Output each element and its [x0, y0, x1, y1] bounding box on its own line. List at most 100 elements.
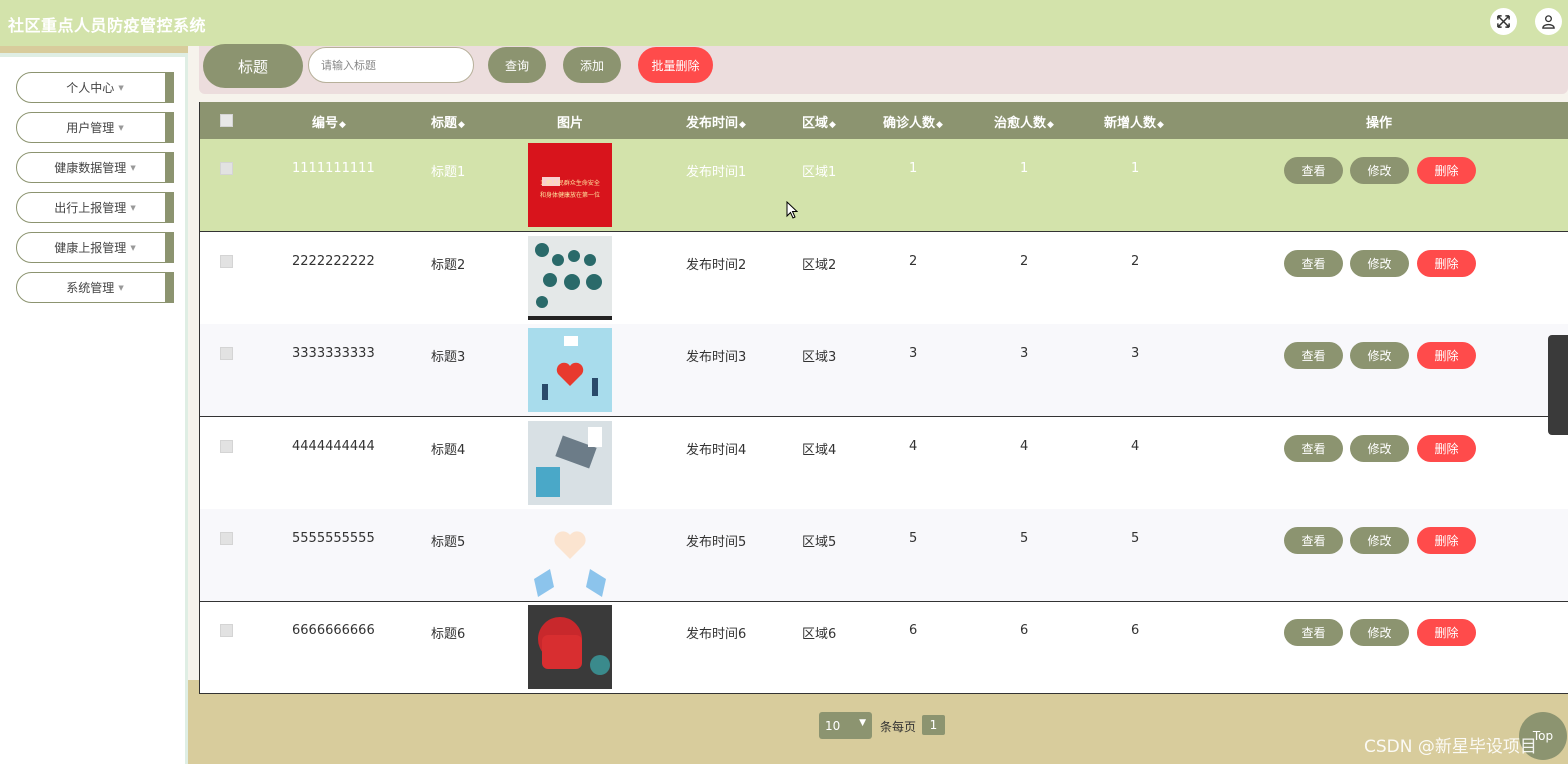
cell-title: 标题4	[431, 443, 466, 458]
cell-publish-time: 发布时间3	[686, 350, 747, 365]
sort-icon: ◆	[458, 120, 465, 130]
table-row[interactable]: 6666666666 标题6 发布时间6 区域6 6 6 6 查看 修改 删除	[200, 601, 1568, 694]
sort-icon: ◆	[936, 120, 943, 130]
cell-region: 区域4	[802, 443, 837, 458]
app-title: 社区重点人员防疫管控系统	[8, 16, 207, 35]
fullscreen-button[interactable]	[1490, 8, 1517, 35]
delete-button[interactable]: 删除	[1417, 435, 1476, 462]
cell-region: 区域6	[802, 627, 837, 642]
cell-cured: 5	[1020, 531, 1029, 546]
cell-id: 3333333333	[292, 346, 375, 361]
batch-delete-button[interactable]: 批量删除	[638, 47, 713, 83]
cell-new-cases: 1	[1131, 161, 1140, 176]
watermark: CSDN @新星毕设项目	[1364, 737, 1537, 757]
query-button[interactable]: 查询	[488, 47, 546, 83]
sidebar-item-user-management[interactable]: 用户管理 ▼	[16, 112, 174, 143]
sort-icon: ◆	[739, 120, 746, 130]
cell-region: 区域1	[802, 165, 837, 180]
cell-cured: 4	[1020, 439, 1029, 454]
row-checkbox[interactable]	[220, 162, 233, 175]
view-button[interactable]: 查看	[1284, 157, 1343, 184]
svg-text:1.把人民群众生命安全: 1.把人民群众生命安全	[540, 179, 600, 187]
column-header-title[interactable]: 标题◆	[431, 112, 465, 131]
column-header-image: 图片	[557, 116, 584, 131]
cell-cured: 6	[1020, 623, 1029, 638]
sidebar-item-health-data[interactable]: 健康数据管理 ▼	[16, 152, 174, 183]
search-label: 标题	[203, 44, 303, 88]
edit-button[interactable]: 修改	[1350, 250, 1409, 277]
edit-button[interactable]: 修改	[1350, 342, 1409, 369]
table-row[interactable]: 2222222222 标题2 发布时间2 区域2 2 2 2 查看 修改 删除	[200, 232, 1568, 325]
column-header-id[interactable]: 编号◆	[312, 112, 346, 131]
view-button[interactable]: 查看	[1284, 527, 1343, 554]
cell-new-cases: 6	[1131, 623, 1140, 638]
cell-publish-time: 发布时间4	[686, 443, 747, 458]
row-checkbox[interactable]	[220, 624, 233, 637]
cell-confirmed: 2	[909, 254, 918, 269]
user-button[interactable]	[1535, 8, 1562, 35]
cell-id: 5555555555	[292, 531, 375, 546]
data-table: 编号◆ 标题◆ 图片 发布时间◆ 区域◆ 确诊人数◆ 治愈人数◆ 新增人数◆ 操…	[199, 102, 1568, 694]
delete-button[interactable]: 删除	[1417, 527, 1476, 554]
column-header-actions: 操作	[1366, 116, 1393, 131]
caret-down-icon: ▼	[130, 243, 136, 252]
delete-button[interactable]: 删除	[1417, 342, 1476, 369]
table-row[interactable]: 5555555555 标题5 发布时间5 区域5 5 5 5 查看 修改 删除	[200, 509, 1568, 602]
sidebar-item-health-report[interactable]: 健康上报管理 ▼	[16, 232, 174, 263]
page-number-button[interactable]: 1	[922, 715, 945, 735]
sort-icon: ◆	[339, 120, 346, 130]
row-checkbox[interactable]	[220, 440, 233, 453]
delete-button[interactable]: 删除	[1417, 619, 1476, 646]
sort-icon: ◆	[1157, 120, 1164, 130]
view-button[interactable]: 查看	[1284, 435, 1343, 462]
row-image	[528, 328, 612, 412]
add-button[interactable]: 添加	[563, 47, 621, 83]
table-row[interactable]: 4444444444 标题4 发布时间4 区域4 4 4 4 查看 修改 删除	[200, 417, 1568, 510]
sort-icon: ◆	[829, 120, 836, 130]
table-header: 编号◆ 标题◆ 图片 发布时间◆ 区域◆ 确诊人数◆ 治愈人数◆ 新增人数◆ 操…	[200, 102, 1568, 139]
edit-button[interactable]: 修改	[1350, 619, 1409, 646]
table-row[interactable]: 1111111111 标题1 1.把人民群众生命安全 和身体健康放在第一位 发布…	[200, 139, 1568, 232]
cell-confirmed: 4	[909, 439, 918, 454]
cell-confirmed: 6	[909, 623, 918, 638]
delete-button[interactable]: 删除	[1417, 250, 1476, 277]
edit-button[interactable]: 修改	[1350, 527, 1409, 554]
column-header-publish-time[interactable]: 发布时间◆	[686, 112, 746, 131]
column-header-region[interactable]: 区域◆	[802, 112, 836, 131]
svg-text:和身体健康放在第一位: 和身体健康放在第一位	[540, 191, 600, 199]
cell-id: 1111111111	[292, 161, 375, 176]
select-all-checkbox[interactable]	[220, 114, 233, 127]
view-button[interactable]: 查看	[1284, 619, 1343, 646]
table-row[interactable]: 3333333333 标题3 发布时间3 区域3 3 3 3 查看 修改 删除	[200, 324, 1568, 417]
row-checkbox[interactable]	[220, 347, 233, 360]
column-header-new-cases[interactable]: 新增人数◆	[1104, 112, 1164, 131]
cell-title: 标题1	[431, 165, 466, 180]
row-checkbox[interactable]	[220, 255, 233, 268]
cell-new-cases: 2	[1131, 254, 1140, 269]
search-input[interactable]	[308, 47, 474, 83]
chevron-down-icon: ▼	[859, 718, 866, 728]
row-image	[528, 421, 612, 505]
column-header-confirmed[interactable]: 确诊人数◆	[883, 112, 943, 131]
view-button[interactable]: 查看	[1284, 342, 1343, 369]
edit-button[interactable]: 修改	[1350, 435, 1409, 462]
cell-title: 标题2	[431, 258, 466, 273]
side-panel-handle[interactable]	[1548, 335, 1568, 435]
row-image: 1.把人民群众生命安全 和身体健康放在第一位	[528, 143, 612, 227]
page-size-select[interactable]: 10 ▼	[819, 712, 872, 739]
caret-down-icon: ▼	[118, 283, 124, 292]
cell-publish-time: 发布时间6	[686, 627, 747, 642]
delete-button[interactable]: 删除	[1417, 157, 1476, 184]
cell-region: 区域2	[802, 258, 837, 273]
fullscreen-icon	[1497, 15, 1510, 28]
sidebar-item-system-management[interactable]: 系统管理 ▼	[16, 272, 174, 303]
row-checkbox[interactable]	[220, 532, 233, 545]
cell-publish-time: 发布时间2	[686, 258, 747, 273]
cell-title: 标题3	[431, 350, 466, 365]
cell-cured: 2	[1020, 254, 1029, 269]
sidebar-item-travel-report[interactable]: 出行上报管理 ▼	[16, 192, 174, 223]
view-button[interactable]: 查看	[1284, 250, 1343, 277]
column-header-cured[interactable]: 治愈人数◆	[994, 112, 1054, 131]
edit-button[interactable]: 修改	[1350, 157, 1409, 184]
sidebar-item-personal-center[interactable]: 个人中心 ▼	[16, 72, 174, 103]
